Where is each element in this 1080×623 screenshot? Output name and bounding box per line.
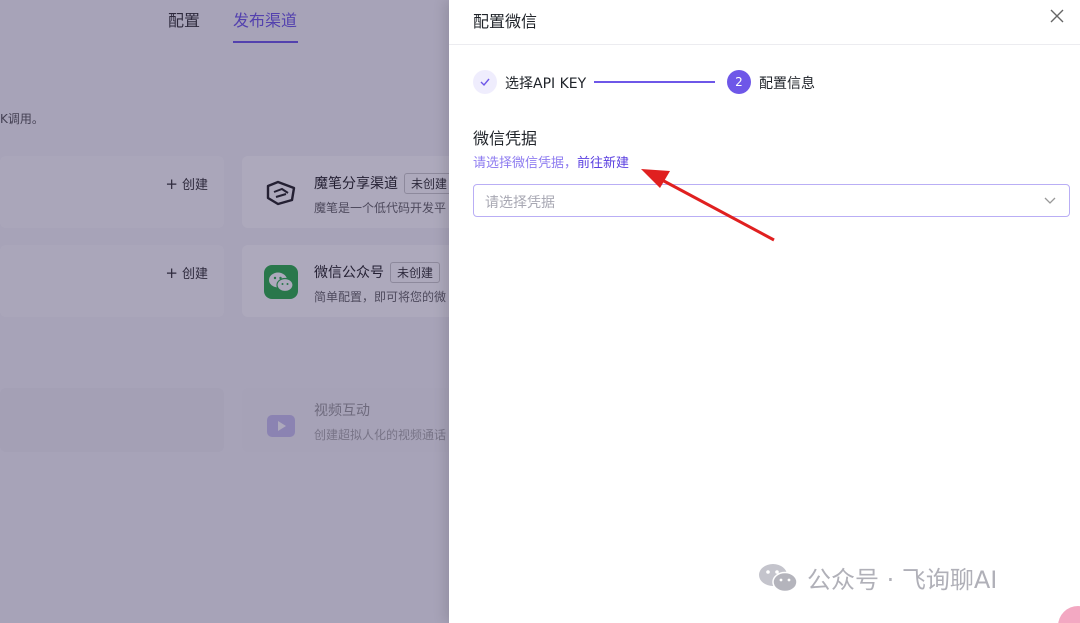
create-new-link[interactable]: 前往新建 bbox=[577, 156, 629, 171]
step-done-indicator bbox=[473, 70, 497, 94]
config-drawer: 配置微信 选择API KEY 2 配置信息 微信凭据 请选择微信凭据，前往新建 … bbox=[449, 0, 1080, 623]
hint-text: 请选择微信凭据， bbox=[473, 156, 578, 171]
watermark: 公众号 · 飞询聊AI bbox=[757, 560, 997, 595]
step-2-indicator: 2 bbox=[727, 70, 751, 94]
drawer-title: 配置微信 bbox=[473, 12, 538, 31]
section-hint: 请选择微信凭据，前往新建 bbox=[473, 152, 629, 171]
close-icon[interactable] bbox=[1048, 7, 1066, 25]
step-connector bbox=[594, 81, 715, 83]
wechat-icon bbox=[759, 563, 798, 592]
select-placeholder: 请选择凭据 bbox=[485, 195, 555, 211]
modal-overlay[interactable] bbox=[0, 0, 449, 623]
steps: 选择API KEY 2 配置信息 bbox=[473, 70, 833, 94]
credential-select[interactable]: 请选择凭据 bbox=[473, 184, 1070, 217]
drawer-header: 配置微信 bbox=[449, 0, 1080, 45]
check-icon bbox=[480, 78, 490, 87]
section-title: 微信凭据 bbox=[473, 129, 538, 148]
step-2-label: 配置信息 bbox=[759, 76, 815, 92]
step-1-label[interactable]: 选择API KEY bbox=[505, 73, 586, 93]
watermark-text: 公众号 · 飞询聊AI bbox=[807, 566, 998, 594]
chevron-down-icon bbox=[1044, 197, 1056, 204]
